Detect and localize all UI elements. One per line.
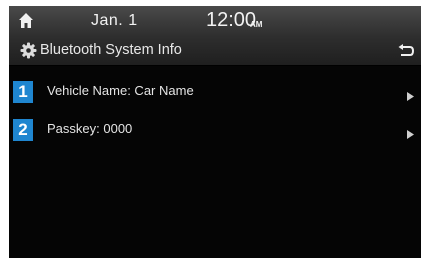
list-item-vehicle-name[interactable]: 1 Vehicle Name: Car Name <box>9 78 421 116</box>
date-display: Jan. 1 <box>91 12 138 29</box>
status-bar: Jan. 1 12:00 AM <box>9 6 421 37</box>
gear-icon <box>20 42 37 59</box>
home-icon[interactable] <box>17 11 35 31</box>
back-arrow-icon[interactable] <box>398 44 415 58</box>
chevron-right-icon <box>407 88 414 101</box>
list-item-passkey[interactable]: 2 Passkey: 0000 <box>9 116 421 154</box>
infotainment-screen: Jan. 1 12:00 AM Bluetooth System Info 1 … <box>9 6 421 258</box>
ampm-indicator: AM <box>250 20 263 29</box>
time-display: 12:00 <box>206 9 257 31</box>
vehicle-name-label: Vehicle Name: Car Name <box>47 83 194 98</box>
chevron-right-icon <box>407 126 414 139</box>
passkey-label: Passkey: 0000 <box>47 121 133 136</box>
item-number-badge: 2 <box>13 119 33 141</box>
title-bar: Bluetooth System Info <box>9 37 421 66</box>
page-title: Bluetooth System Info <box>40 42 182 58</box>
item-number-badge: 1 <box>13 81 33 103</box>
